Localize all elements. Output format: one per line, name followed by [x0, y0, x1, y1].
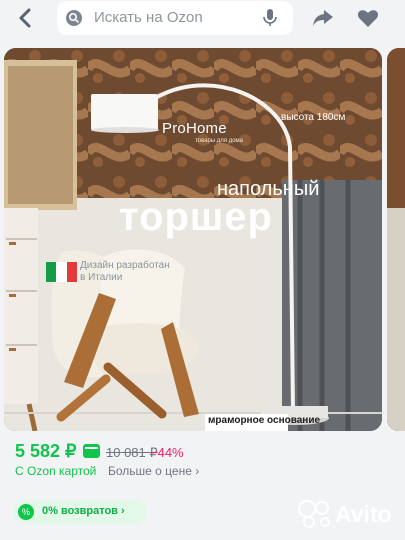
brand-logo-text: ProHome [162, 120, 227, 137]
ozon-card-icon [83, 444, 100, 458]
share-icon[interactable] [311, 6, 335, 30]
heart-icon[interactable] [356, 6, 380, 30]
returns-pill[interactable]: % 0% возвратов › [13, 500, 147, 524]
search-placeholder: Искать на Ozon [94, 9, 203, 26]
italy-flag-icon [46, 262, 77, 282]
back-arrow-icon[interactable] [14, 6, 38, 30]
svg-text:%: % [22, 507, 30, 517]
search-icon [66, 10, 82, 26]
product-title: торшер [119, 195, 273, 239]
more-price-link[interactable]: Больше о цене › [108, 464, 199, 478]
returns-label: 0% возвратов › [42, 505, 125, 517]
design-origin-text: Дизайн разработан в Италии [80, 260, 170, 283]
top-bar: Искать на Ozon [0, 0, 405, 38]
product-image[interactable]: ProHome товары для дома высота 180см нап… [4, 48, 382, 431]
search-input[interactable]: Искать на Ozon [57, 1, 293, 35]
brand-tagline: товары для дома [195, 138, 244, 144]
avito-watermark: Avito [298, 500, 397, 528]
return-percent-icon: % [18, 504, 34, 520]
height-label: высота 180см [281, 112, 346, 123]
next-image-thumbnail [387, 48, 405, 431]
microphone-icon[interactable] [263, 9, 277, 27]
avito-logo-icon [298, 500, 330, 528]
marble-base-text: мраморное основание [208, 415, 321, 426]
ozon-card-label: С Ozon картой [15, 464, 97, 478]
avito-watermark-text: Avito [335, 501, 392, 527]
current-price: 5 582 ₽ [15, 441, 77, 461]
discount-badge: −44% [150, 445, 184, 460]
next-image-peek[interactable] [387, 48, 405, 431]
